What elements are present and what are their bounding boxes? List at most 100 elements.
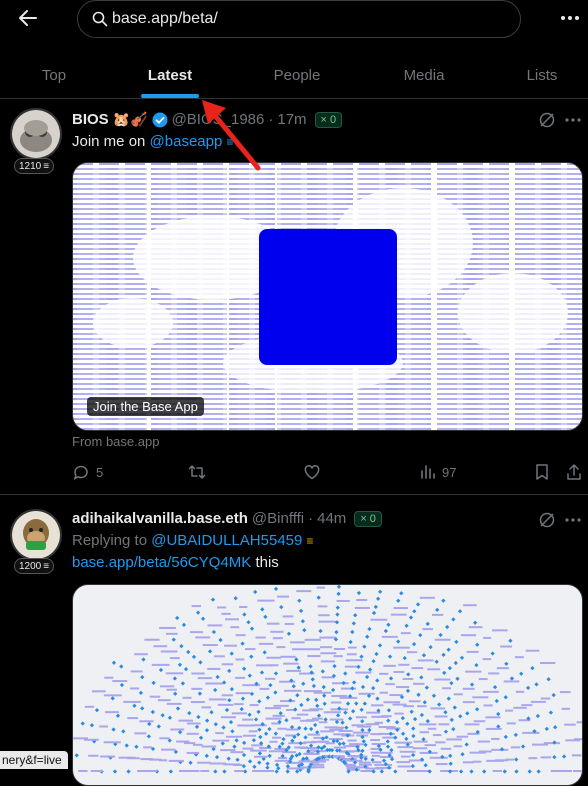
timestamp[interactable]: 44m xyxy=(317,510,346,527)
pattern-mark xyxy=(191,654,197,659)
pattern-mark xyxy=(446,696,451,701)
repost-button[interactable] xyxy=(188,463,206,481)
pattern-mark xyxy=(274,759,290,762)
pattern-mark xyxy=(335,612,340,617)
views-icon xyxy=(421,465,435,479)
pattern-mark xyxy=(143,746,153,749)
post-extra-icon[interactable] xyxy=(538,111,556,134)
pattern-mark xyxy=(460,634,477,637)
pattern-mark xyxy=(284,718,289,723)
pattern-mark xyxy=(386,708,392,713)
pattern-mark xyxy=(263,731,269,736)
share-button[interactable] xyxy=(566,463,582,481)
post-link[interactable]: base.app/beta/56CYQ4MK xyxy=(72,554,251,571)
like-button[interactable] xyxy=(303,463,321,481)
pattern-mark xyxy=(249,654,254,659)
pattern-mark xyxy=(375,678,380,683)
bookmark-icon xyxy=(536,464,548,480)
pattern-mark xyxy=(336,599,350,602)
pattern-mark xyxy=(245,648,256,651)
pattern-mark xyxy=(124,743,129,748)
pattern-mark xyxy=(166,632,178,635)
pattern-mark xyxy=(435,741,446,744)
pattern-mark xyxy=(429,756,448,759)
pattern-mark xyxy=(362,644,367,649)
post-extra-icon[interactable] xyxy=(538,511,556,534)
tab-media[interactable]: Media xyxy=(362,52,486,98)
pattern-mark xyxy=(231,712,247,715)
pattern-mark xyxy=(139,720,154,723)
pattern-mark xyxy=(274,762,280,768)
pattern-mark xyxy=(250,749,267,752)
pattern-mark xyxy=(347,739,357,742)
tab-top[interactable]: Top xyxy=(0,52,108,98)
pattern-mark xyxy=(412,747,428,750)
pattern-mark xyxy=(123,700,141,703)
pattern-mark xyxy=(419,675,424,680)
tab-lists[interactable]: Lists xyxy=(496,52,588,98)
post-bios[interactable]: 1210 ≡ BIOS 🐹🎻 @BIOS_1986 · 17m × 0 Join… xyxy=(0,99,588,494)
pattern-mark xyxy=(227,668,232,673)
pattern-mark xyxy=(127,717,139,720)
pattern-mark xyxy=(173,691,178,696)
pattern-mark xyxy=(393,769,398,774)
pattern-mark xyxy=(179,643,184,649)
media-card[interactable] xyxy=(72,584,583,786)
reply-button[interactable]: 5 xyxy=(72,463,103,481)
pattern-mark xyxy=(505,758,514,761)
pattern-mark xyxy=(221,612,231,615)
pattern-mark xyxy=(458,714,463,719)
avatar[interactable] xyxy=(12,511,60,559)
pattern-mark xyxy=(337,741,342,747)
bookmark-button[interactable] xyxy=(534,463,550,481)
pattern-mark xyxy=(475,642,480,647)
pattern-mark xyxy=(346,653,357,656)
active-tab-indicator xyxy=(141,94,199,98)
pattern-mark xyxy=(341,680,346,686)
pattern-mark xyxy=(379,755,394,758)
pattern-mark xyxy=(282,751,297,754)
tab-people[interactable]: People xyxy=(232,52,362,98)
pattern-mark xyxy=(336,591,341,596)
views-button[interactable]: 97 xyxy=(418,463,456,481)
link-card[interactable]: Join the Base App xyxy=(72,162,583,431)
post-more-button[interactable] xyxy=(564,111,582,134)
tab-latest[interactable]: Latest xyxy=(141,52,199,98)
pattern-mark xyxy=(141,657,146,662)
pattern-mark xyxy=(333,655,343,658)
pattern-mark xyxy=(130,670,143,673)
pattern-mark xyxy=(235,692,251,695)
pattern-mark xyxy=(280,655,296,658)
pattern-mark xyxy=(360,748,365,754)
pattern-mark xyxy=(419,596,435,599)
pattern-mark xyxy=(405,721,410,726)
pattern-mark xyxy=(437,702,442,707)
pattern-mark xyxy=(118,756,136,759)
back-button[interactable] xyxy=(12,4,44,32)
repost-icon xyxy=(188,465,206,479)
handle[interactable]: @Binfffi xyxy=(252,510,304,527)
avatar[interactable] xyxy=(12,110,60,158)
post-more-button[interactable] xyxy=(564,511,582,534)
pattern-mark xyxy=(181,622,187,628)
pattern-mark xyxy=(309,726,314,732)
pattern-mark xyxy=(299,702,304,708)
pattern-mark xyxy=(301,681,306,686)
pattern-mark xyxy=(240,696,246,701)
pattern-mark xyxy=(273,731,278,736)
more-options-button[interactable] xyxy=(558,8,582,28)
pattern-mark xyxy=(427,668,441,671)
display-name[interactable]: adihaikalvanilla.base.eth xyxy=(72,510,248,527)
pattern-mark xyxy=(191,687,203,690)
search-query: base.app/beta/ xyxy=(112,10,218,27)
search-input[interactable]: base.app/beta/ xyxy=(77,0,521,38)
pattern-mark xyxy=(313,722,318,728)
pattern-mark xyxy=(265,707,281,710)
post-adihaikalvanilla[interactable]: 1200 ≡ adihaikalvanilla.base.eth @Binfff… xyxy=(0,495,588,786)
display-name[interactable]: BIOS xyxy=(72,111,109,128)
replying-to-link[interactable]: @UBAIDULLAH55459 xyxy=(151,532,302,549)
pattern-mark xyxy=(360,719,365,724)
timestamp[interactable]: 17m xyxy=(277,111,306,128)
pattern-mark xyxy=(496,711,501,717)
pattern-mark xyxy=(385,739,390,744)
